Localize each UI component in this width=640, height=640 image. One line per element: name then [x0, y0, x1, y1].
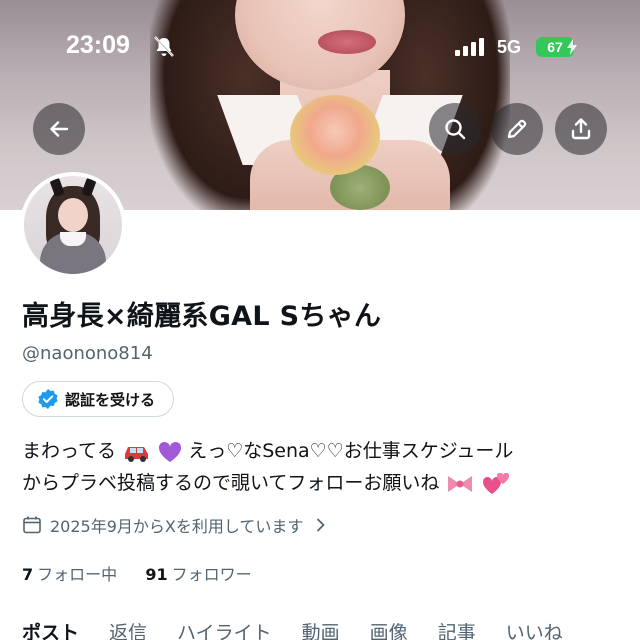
followers-label: フォロワー — [171, 565, 252, 584]
two-hearts-emoji-icon — [482, 472, 509, 494]
signal-icon — [455, 38, 484, 56]
bio-text: からプラベ投稿するので覗いてフォローお願いね — [22, 472, 440, 494]
followers-link[interactable]: 91 フォロワー — [145, 565, 251, 584]
avatar-photo-part — [81, 176, 97, 198]
joined-label: 2025年9月からXを利用しています — [50, 517, 304, 536]
charging-bolt-icon — [567, 39, 577, 55]
avatar-photo-part — [60, 232, 86, 246]
tab-likes[interactable]: いいね — [506, 618, 563, 640]
following-count: 7 — [22, 565, 34, 584]
get-verified-button[interactable]: 認証を受ける — [22, 381, 175, 417]
share-button[interactable] — [555, 103, 607, 155]
profile-avatar[interactable] — [20, 172, 126, 278]
bio-text: まわってる — [22, 440, 117, 462]
car-emoji-icon — [125, 446, 149, 462]
tab-posts[interactable]: ポスト — [22, 618, 79, 640]
bell-slash-icon — [154, 36, 174, 57]
avatar-image — [24, 176, 122, 274]
ribbon-emoji-icon — [448, 475, 473, 492]
verified-badge-icon — [38, 389, 58, 409]
pencil-icon — [507, 119, 527, 139]
search-icon — [445, 119, 466, 140]
joined-date[interactable]: 2025年9月からXを利用しています — [22, 513, 327, 537]
profile-bio: まわってる えっ♡なSena♡♡お仕事スケジュール からプラベ投稿するので覗いて… — [22, 435, 622, 499]
edit-button[interactable] — [491, 103, 543, 155]
purple-heart-emoji-icon — [159, 441, 182, 462]
share-icon — [571, 118, 591, 140]
tab-photos[interactable]: 画像 — [370, 618, 408, 640]
avatar-photo-part — [58, 198, 88, 232]
avatar-photo-part — [49, 176, 65, 198]
bio-line: まわってる えっ♡なSena♡♡お仕事スケジュール — [22, 435, 622, 467]
arrow-left-icon — [50, 121, 69, 137]
display-name: 高身長×綺麗系GAL Sちゃん — [22, 301, 382, 332]
status-bar: 23:09 5G 67 — [0, 0, 640, 92]
tab-videos[interactable]: 動画 — [302, 618, 340, 640]
followers-count: 91 — [145, 565, 168, 584]
user-handle: @naonono814 — [22, 343, 153, 364]
following-link[interactable]: 7 フォロー中 — [22, 565, 117, 584]
status-time: 23:09 — [66, 31, 130, 59]
tab-articles[interactable]: 記事 — [438, 618, 476, 640]
back-button[interactable] — [33, 103, 85, 155]
profile-tabs: ポスト 返信 ハイライト 動画 画像 記事 いいね — [22, 618, 640, 640]
battery-level: 67 — [547, 39, 563, 55]
bio-line: からプラベ投稿するので覗いてフォローお願いね — [22, 467, 622, 499]
network-type: 5G — [497, 37, 522, 57]
follow-stats: 7 フォロー中 91 フォロワー — [22, 561, 252, 585]
tab-highlights[interactable]: ハイライト — [177, 618, 272, 640]
get-verified-label: 認証を受ける — [65, 390, 156, 409]
search-button[interactable] — [429, 103, 481, 155]
calendar-icon — [23, 516, 41, 534]
chevron-right-icon — [317, 518, 325, 532]
bio-text: えっ♡なSena♡♡お仕事スケジュール — [188, 440, 514, 462]
tab-replies[interactable]: 返信 — [109, 618, 147, 640]
banner-photo-part — [290, 95, 380, 175]
following-label: フォロー中 — [37, 565, 118, 584]
